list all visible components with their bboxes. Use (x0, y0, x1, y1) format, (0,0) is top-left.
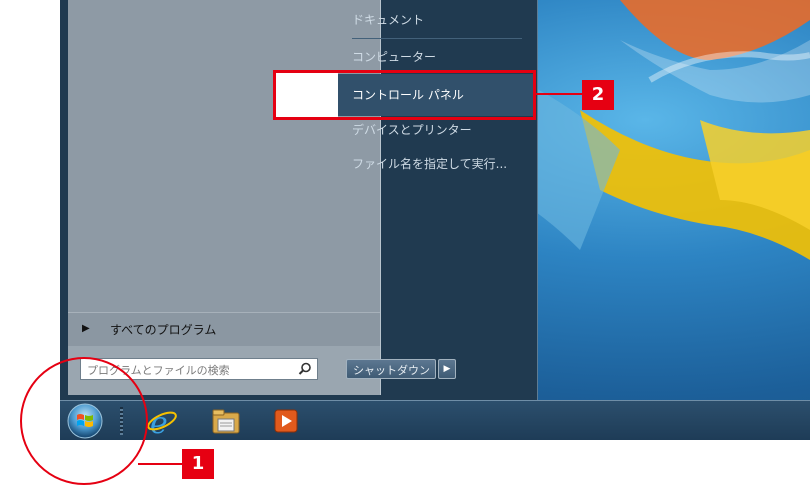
callout-line-1 (138, 463, 182, 465)
media-player-icon[interactable] (270, 405, 302, 437)
search-icon (298, 362, 311, 375)
menu-item-devices-printers[interactable]: デバイスとプリンター (352, 121, 472, 138)
shutdown-button[interactable]: シャットダウン (346, 359, 436, 379)
triangle-right-icon: ▶ (82, 323, 90, 334)
callout-mask (276, 73, 338, 117)
shutdown-label: シャットダウン (353, 364, 430, 377)
menu-item-documents[interactable]: ドキュメント (352, 11, 424, 28)
all-programs-label: すべてのプログラム (110, 323, 217, 337)
internet-explorer-icon[interactable]: e (146, 405, 178, 437)
step-badge-1: 1 (182, 449, 214, 479)
callout-line-2 (536, 93, 582, 95)
start-orb-callout-circle (20, 357, 148, 485)
taskbar: e (60, 400, 810, 440)
menu-separator (352, 38, 522, 39)
shutdown-options-arrow-icon[interactable]: ▶ (438, 359, 456, 379)
menu-item-computer[interactable]: コンピューター (352, 48, 436, 65)
file-explorer-icon[interactable] (210, 405, 242, 437)
step-badge-2: 2 (582, 80, 614, 110)
all-programs-button[interactable]: ▶ すべてのプログラム (68, 312, 380, 347)
svg-text:e: e (150, 406, 168, 437)
menu-item-run[interactable]: ファイル名を指定して実行... (352, 155, 507, 172)
start-menu: ▶ すべてのプログラム プログラムとファイルの検索 ドキュメント コンピューター… (60, 0, 538, 400)
start-menu-left-pane: ▶ すべてのプログラム プログラムとファイルの検索 (68, 0, 381, 395)
start-menu-right-pane: ドキュメント コンピューター コントロール パネル デバイスとプリンター ファイ… (338, 0, 538, 400)
